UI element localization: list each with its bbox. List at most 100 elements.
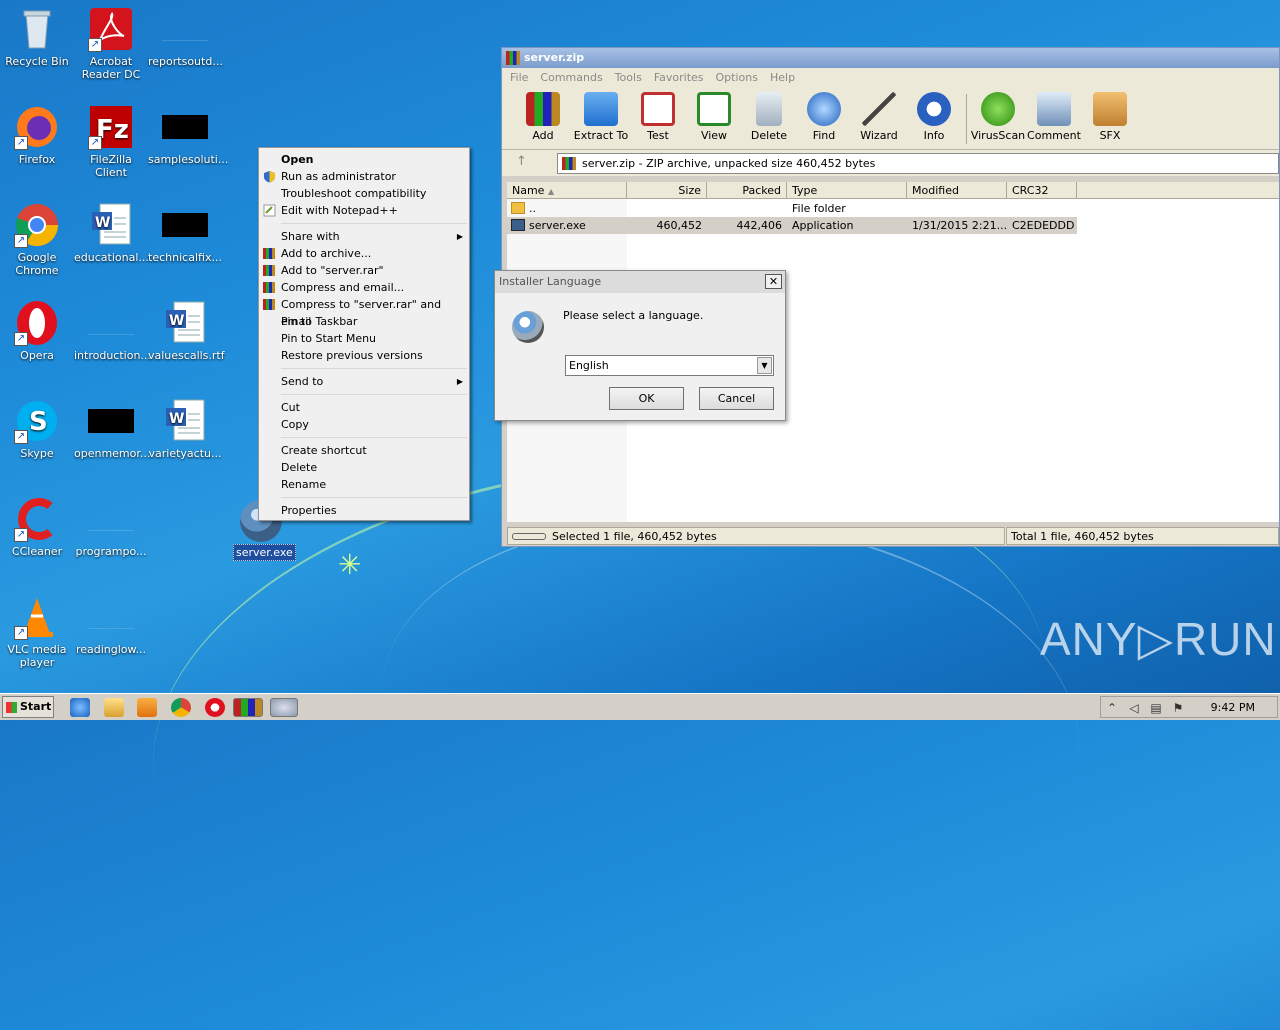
desktop-icon-opera[interactable]: ↗ Opera bbox=[0, 300, 74, 362]
notepadpp-icon bbox=[263, 204, 276, 217]
desktop-icon-google-chrome[interactable]: ↗ Google Chrome bbox=[0, 202, 74, 277]
menu-separator bbox=[281, 368, 467, 369]
desktop-icon-programpo[interactable]: programpo... bbox=[74, 496, 148, 558]
chevron-down-icon[interactable]: ▼ bbox=[757, 357, 772, 374]
desktop-icon-acrobat[interactable]: ↗ Acrobat Reader DC bbox=[74, 6, 148, 81]
desktop-icon-valuescalls[interactable]: W valuescalls.rtf bbox=[148, 300, 225, 362]
clock[interactable]: 9:42 PM bbox=[1211, 697, 1255, 719]
chrome-icon: ↗ bbox=[14, 202, 60, 248]
winrar-taskbar-button[interactable] bbox=[233, 698, 263, 717]
column-type[interactable]: Type bbox=[787, 182, 907, 199]
internet-explorer-icon[interactable] bbox=[70, 698, 90, 717]
table-row-selected[interactable]: server.exe 460,452 442,406 Application 1… bbox=[507, 217, 1077, 234]
desktop-icon-varietyactu[interactable]: W varietyactu... bbox=[148, 398, 222, 460]
menu-item-compress-email[interactable]: Compress and email... bbox=[259, 279, 469, 296]
desktop-icon-educational-doc[interactable]: W educational... bbox=[74, 202, 149, 264]
desktop-icon-introduction[interactable]: introduction... bbox=[74, 300, 151, 362]
desktop-icon-samplesoluti[interactable]: samplesoluti... bbox=[148, 104, 228, 166]
column-packed[interactable]: Packed bbox=[707, 182, 787, 199]
menu-item-open[interactable]: Open bbox=[259, 151, 469, 168]
column-crc32[interactable]: CRC32 bbox=[1007, 182, 1077, 199]
svg-text:W: W bbox=[169, 411, 184, 427]
menu-item-delete[interactable]: Delete bbox=[259, 459, 469, 476]
up-folder-icon[interactable]: ↑ bbox=[516, 154, 527, 169]
desktop-icon-vlc[interactable]: ↗ VLC media player bbox=[0, 594, 74, 669]
desktop-icon-technicalfix[interactable]: technicalfix... bbox=[148, 202, 222, 264]
media-player-icon[interactable] bbox=[137, 698, 157, 717]
view-book-icon bbox=[697, 92, 731, 126]
toolbar-test-button[interactable]: Test bbox=[630, 92, 686, 142]
menu-item-send-to[interactable]: Send to ▶ bbox=[259, 373, 469, 390]
installer-taskbar-button[interactable] bbox=[270, 698, 298, 717]
desktop-icon-firefox[interactable]: ↗ Firefox bbox=[0, 104, 74, 166]
winrar-icon bbox=[263, 281, 276, 294]
column-name[interactable]: Name ▲ bbox=[507, 182, 627, 199]
menu-item-troubleshoot[interactable]: Troubleshoot compatibility bbox=[259, 185, 469, 202]
recycle-bin-icon bbox=[14, 6, 60, 52]
toolbar-sfx-button[interactable]: SFX bbox=[1082, 92, 1138, 142]
desktop-icon-skype[interactable]: S ↗ Skype bbox=[0, 398, 74, 460]
chrome-taskbar-icon[interactable] bbox=[171, 698, 191, 717]
toolbar-delete-button[interactable]: Delete bbox=[741, 92, 797, 142]
toolbar-extract-button[interactable]: Extract To bbox=[573, 92, 629, 142]
menu-commands[interactable]: Commands bbox=[540, 71, 602, 84]
desktop-icon-recycle-bin[interactable]: Recycle Bin bbox=[0, 6, 74, 68]
toolbar-info-button[interactable]: Info bbox=[906, 92, 962, 142]
cancel-button[interactable]: Cancel bbox=[699, 387, 774, 410]
show-hidden-icons-icon[interactable]: ⌃ bbox=[1105, 701, 1119, 715]
desktop-icon-openmemor[interactable]: openmemor... bbox=[74, 398, 150, 460]
desktop-icon-filezilla[interactable]: Fz ↗ FileZilla Client bbox=[74, 104, 148, 179]
menu-item-run-as-admin[interactable]: Run as administrator bbox=[259, 168, 469, 185]
menu-favorites[interactable]: Favorites bbox=[654, 71, 704, 84]
column-size[interactable]: Size bbox=[627, 182, 707, 199]
installer-language-dialog: Installer Language ✕ Please select a lang… bbox=[494, 270, 786, 421]
menu-item-add-to-archive[interactable]: Add to archive... bbox=[259, 245, 469, 262]
opera-taskbar-icon[interactable] bbox=[205, 698, 225, 717]
menu-item-properties[interactable]: Properties bbox=[259, 502, 469, 519]
network-icon[interactable]: ▤ bbox=[1149, 701, 1163, 715]
menu-tools[interactable]: Tools bbox=[615, 71, 642, 84]
menu-options[interactable]: Options bbox=[716, 71, 758, 84]
address-field[interactable]: server.zip - ZIP archive, unpacked size … bbox=[557, 153, 1279, 174]
menu-item-pin-taskbar[interactable]: Pin to Taskbar bbox=[259, 313, 469, 330]
winrar-title-bar[interactable]: server.zip bbox=[502, 48, 1279, 68]
action-center-flag-icon[interactable]: ⚑ bbox=[1171, 701, 1185, 715]
submenu-arrow-icon: ▶ bbox=[456, 377, 463, 386]
desktop-icon-reportsoutd[interactable]: reportsoutd... bbox=[148, 6, 223, 68]
menu-item-compress-to-rar-email[interactable]: Compress to "server.rar" and email bbox=[259, 296, 469, 328]
menu-item-share-with[interactable]: Share with ▶ bbox=[259, 228, 469, 245]
menu-item-create-shortcut[interactable]: Create shortcut bbox=[259, 442, 469, 459]
toolbar-comment-button[interactable]: Comment bbox=[1026, 92, 1082, 142]
menu-item-notepadpp[interactable]: Edit with Notepad++ bbox=[259, 202, 469, 219]
dialog-message: Please select a language. bbox=[563, 309, 704, 322]
menu-item-restore-versions[interactable]: Restore previous versions bbox=[259, 347, 469, 364]
dialog-title-bar[interactable]: Installer Language ✕ bbox=[495, 271, 785, 293]
desktop-icon-readinglow[interactable]: readinglow... bbox=[74, 594, 148, 656]
volume-icon[interactable]: ◁ bbox=[1127, 701, 1141, 715]
winrar-menu-bar: File Commands Tools Favorites Options Help bbox=[502, 68, 1279, 88]
close-button[interactable]: ✕ bbox=[765, 274, 782, 289]
start-button[interactable]: Start bbox=[2, 696, 54, 718]
winrar-icon bbox=[506, 51, 520, 65]
toolbar-wizard-button[interactable]: Wizard bbox=[851, 92, 907, 142]
table-row[interactable]: .. File folder bbox=[507, 200, 1077, 217]
menu-item-rename[interactable]: Rename bbox=[259, 476, 469, 493]
menu-item-copy[interactable]: Copy bbox=[259, 416, 469, 433]
toolbar-virusscan-button[interactable]: VirusScan bbox=[970, 92, 1026, 142]
vlc-cone-icon: ↗ bbox=[14, 594, 60, 640]
column-modified[interactable]: Modified bbox=[907, 182, 1007, 199]
ok-button[interactable]: OK bbox=[609, 387, 684, 410]
file-explorer-icon[interactable] bbox=[104, 698, 124, 717]
menu-help[interactable]: Help bbox=[770, 71, 795, 84]
menu-item-pin-start[interactable]: Pin to Start Menu bbox=[259, 330, 469, 347]
language-select[interactable]: English ▼ bbox=[565, 355, 774, 376]
toolbar-add-button[interactable]: Add bbox=[515, 92, 571, 142]
menu-file[interactable]: File bbox=[510, 71, 528, 84]
menu-item-add-to-server-rar[interactable]: Add to "server.rar" bbox=[259, 262, 469, 279]
menu-item-cut[interactable]: Cut bbox=[259, 399, 469, 416]
uac-shield-icon bbox=[263, 170, 276, 183]
context-menu: Open Run as administrator Troubleshoot c… bbox=[258, 147, 470, 521]
toolbar-view-button[interactable]: View bbox=[686, 92, 742, 142]
desktop-icon-ccleaner[interactable]: ↗ CCleaner bbox=[0, 496, 74, 558]
toolbar-find-button[interactable]: Find bbox=[796, 92, 852, 142]
